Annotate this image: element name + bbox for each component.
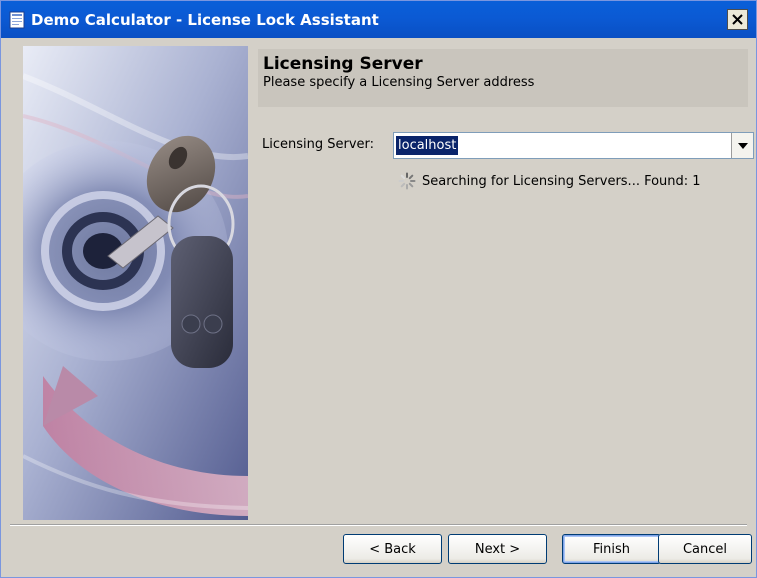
search-status-text: Searching for Licensing Servers... Found… bbox=[422, 173, 701, 189]
title-group: Demo Calculator - License Lock Assistant bbox=[9, 9, 379, 31]
spinner-icon bbox=[398, 172, 416, 190]
close-icon bbox=[732, 14, 743, 25]
step-title: Licensing Server bbox=[263, 54, 423, 74]
search-status: Searching for Licensing Servers... Found… bbox=[398, 172, 701, 190]
document-icon bbox=[9, 11, 25, 29]
next-button[interactable]: Next > bbox=[448, 534, 547, 564]
licensing-server-value[interactable]: localhost bbox=[396, 136, 459, 155]
finish-button[interactable]: Finish bbox=[562, 534, 661, 564]
licensing-server-combo[interactable]: localhost bbox=[393, 132, 754, 159]
back-button[interactable]: < Back bbox=[343, 534, 442, 564]
license-assistant-window: Demo Calculator - License Lock Assistant bbox=[0, 0, 757, 578]
dropdown-button[interactable] bbox=[731, 133, 753, 158]
step-subtitle: Please specify a Licensing Server addres… bbox=[263, 75, 535, 90]
dialog-body: Licensing Server Please specify a Licens… bbox=[1, 38, 756, 577]
key-lock-illustration bbox=[23, 46, 248, 520]
chevron-down-icon bbox=[737, 142, 748, 149]
window-title: Demo Calculator - License Lock Assistant bbox=[31, 11, 379, 29]
cancel-button[interactable]: Cancel bbox=[658, 534, 752, 564]
close-button[interactable] bbox=[727, 9, 748, 30]
title-bar[interactable]: Demo Calculator - License Lock Assistant bbox=[1, 1, 756, 38]
step-header: Licensing Server Please specify a Licens… bbox=[258, 49, 748, 107]
button-separator bbox=[10, 524, 747, 526]
licensing-server-label: Licensing Server: bbox=[262, 137, 375, 152]
